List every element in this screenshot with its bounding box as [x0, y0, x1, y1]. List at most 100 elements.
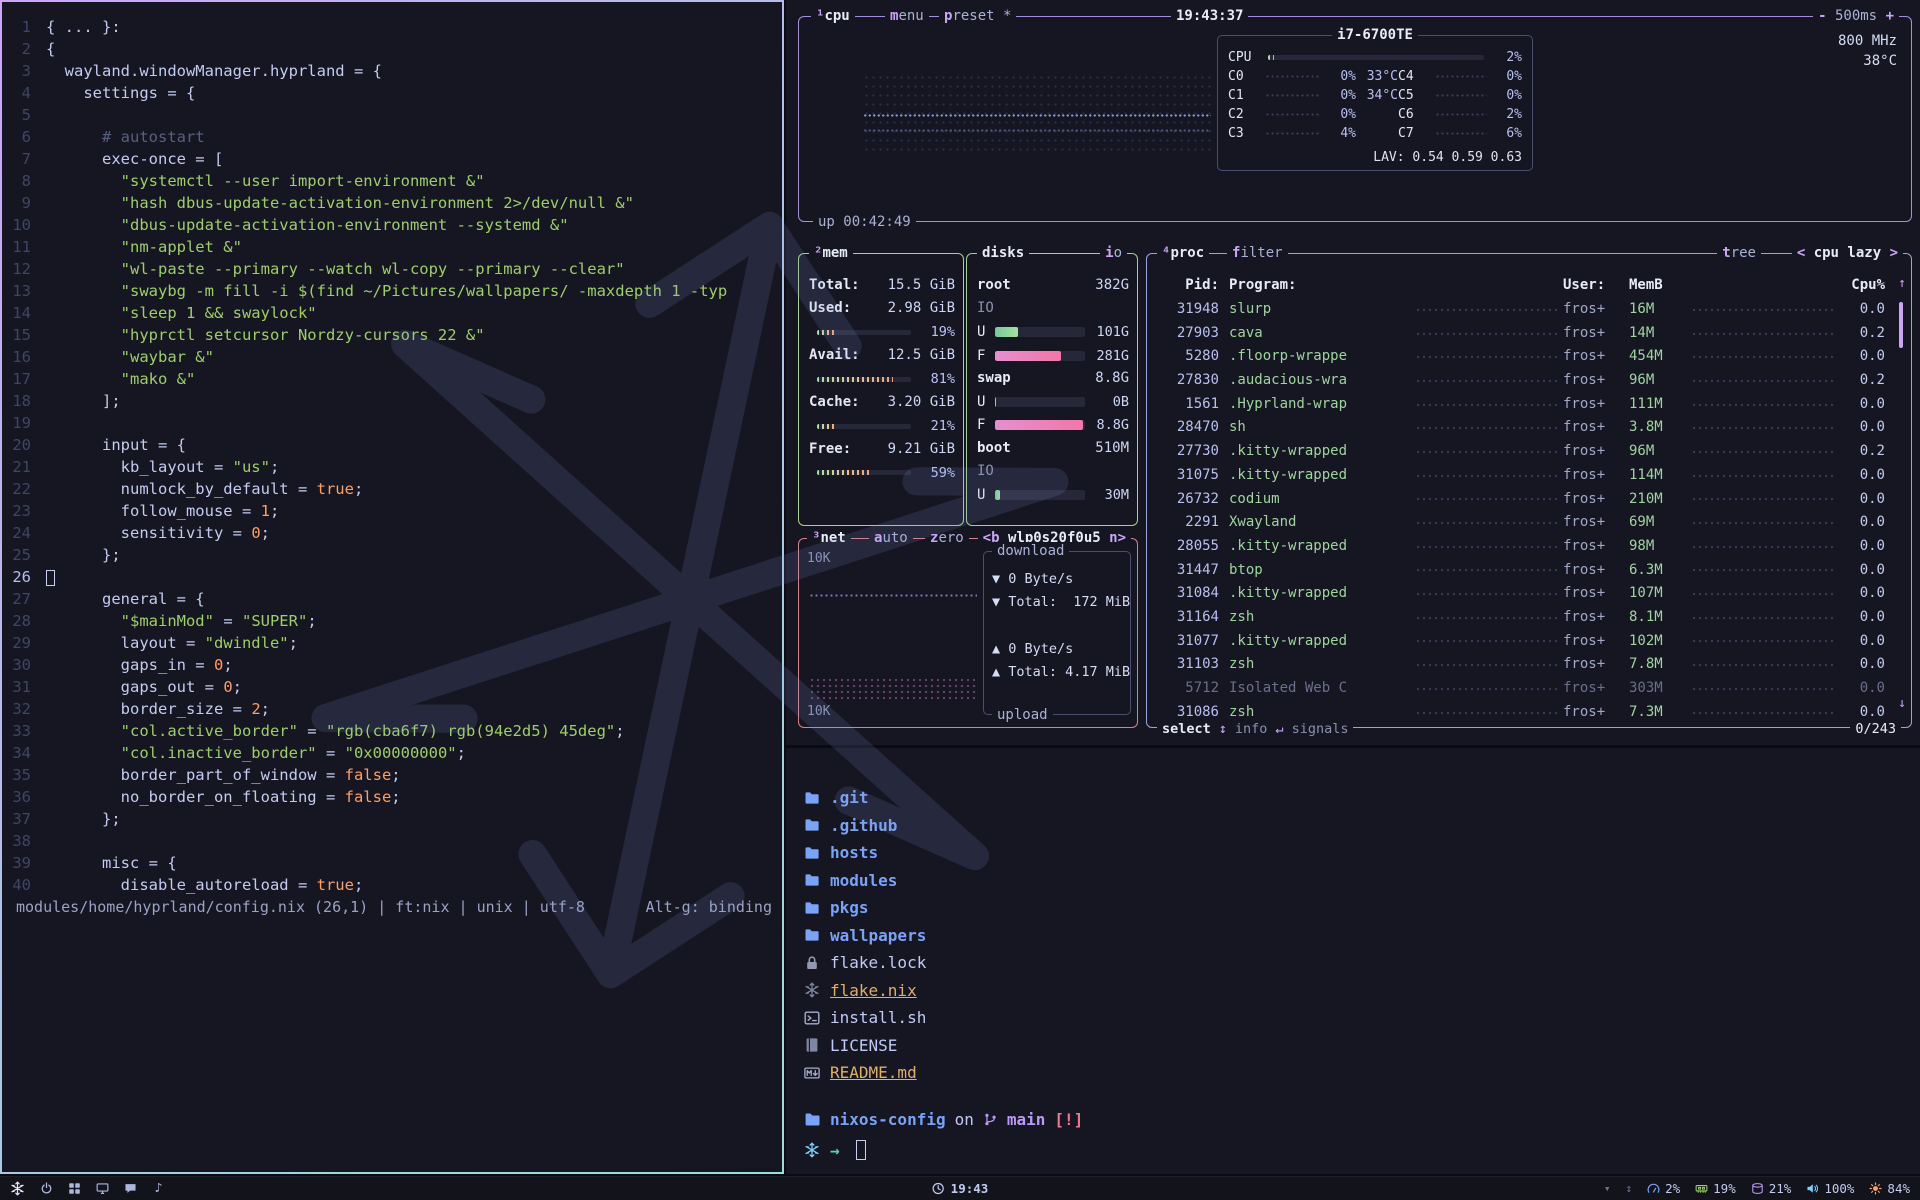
code-line[interactable]: 30 gaps_in = 0;: [8, 654, 780, 676]
code-line[interactable]: 22 numlock_by_default = true;: [8, 478, 780, 500]
code-line[interactable]: 8 "systemctl --user import-environment &…: [8, 170, 780, 192]
tree-toggle[interactable]: tree: [1717, 244, 1761, 262]
code-line[interactable]: 4 settings = {: [8, 82, 780, 104]
net-auto-toggle[interactable]: auto: [869, 529, 913, 547]
process-row[interactable]: 27830.audacious-wrafros+96M0.2: [1157, 369, 1885, 393]
process-row[interactable]: 31164zshfros+8.1M0.0: [1157, 606, 1885, 630]
code-area[interactable]: 1{ ... }:2{3 wayland.windowManager.hyprl…: [8, 16, 780, 896]
code-line[interactable]: 36 no_border_on_floating = false;: [8, 786, 780, 808]
power-icon[interactable]: [40, 1182, 53, 1195]
code-line[interactable]: 9 "hash dbus-update-activation-environme…: [8, 192, 780, 214]
upload-total: ▲ Total: 4.17 MiB: [984, 661, 1130, 684]
monitor-icon[interactable]: [96, 1182, 109, 1195]
proc-panel-title[interactable]: ⁴proc: [1157, 244, 1209, 262]
code-line[interactable]: 10 "dbus-update-activation-environment -…: [8, 214, 780, 236]
code-line[interactable]: 31 gaps_out = 0;: [8, 676, 780, 698]
mem-panel-title[interactable]: ²mem: [809, 244, 853, 262]
code-line[interactable]: 34 "col.inactive_border" = "0x00000000";: [8, 742, 780, 764]
code-line[interactable]: 14 "sleep 1 && swaylock": [8, 302, 780, 324]
code-line[interactable]: 23 follow_mouse = 1;: [8, 500, 780, 522]
process-row[interactable]: 28470shfros+3.8M0.0: [1157, 416, 1885, 440]
system-monitor-window[interactable]: ¹cpu menu preset * 19:43:37 - 500ms + 80…: [786, 0, 1920, 745]
code-text: "hyprctl setcursor Nordzy-cursors 22 &": [46, 324, 780, 346]
process-row[interactable]: 26732codiumfros+210M0.0: [1157, 488, 1885, 512]
process-row[interactable]: 28055.kitty-wrappedfros+98M0.0: [1157, 535, 1885, 559]
process-row[interactable]: 31075.kitty-wrappedfros+114M0.0: [1157, 464, 1885, 488]
menu-button[interactable]: menu: [885, 7, 929, 25]
process-row[interactable]: 31447btopfros+6.3M0.0: [1157, 559, 1885, 583]
code-line[interactable]: 6 # autostart: [8, 126, 780, 148]
code-line[interactable]: 13 "swaybg -m fill -i $(find ~/Pictures/…: [8, 280, 780, 302]
grid-icon[interactable]: [68, 1182, 81, 1195]
code-line[interactable]: 3 wayland.windowManager.hyprland = {: [8, 60, 780, 82]
code-line[interactable]: 7 exec-once = [: [8, 148, 780, 170]
process-row[interactable]: 2291Xwaylandfros+69M0.0: [1157, 511, 1885, 535]
code-line[interactable]: 18 ];: [8, 390, 780, 412]
line-number: 22: [8, 478, 46, 500]
process-footer-keys[interactable]: select↕info↵signals: [1157, 721, 1353, 737]
scroll-up-arrow[interactable]: ↑: [1898, 276, 1906, 291]
net-zero-toggle[interactable]: zero: [925, 529, 969, 547]
code-line[interactable]: 37 };: [8, 808, 780, 830]
volume-module[interactable]: 100%: [1806, 1181, 1854, 1196]
disk-module[interactable]: 21%: [1751, 1181, 1792, 1196]
process-row[interactable]: 31103zshfros+7.8M0.0: [1157, 653, 1885, 677]
code-line[interactable]: 17 "mako &": [8, 368, 780, 390]
code-line[interactable]: 15 "hyprctl setcursor Nordzy-cursors 22 …: [8, 324, 780, 346]
code-line[interactable]: 19: [8, 412, 780, 434]
code-line[interactable]: 24 sensitivity = 0;: [8, 522, 780, 544]
disk-value: 21%: [1769, 1181, 1792, 1196]
cpu-panel-title[interactable]: ¹cpu: [811, 7, 855, 25]
update-interval-control[interactable]: - 500ms +: [1813, 7, 1899, 25]
sort-column-control[interactable]: < cpu lazy >: [1792, 244, 1903, 262]
editor-window[interactable]: 1{ ... }:2{3 wayland.windowManager.hyprl…: [0, 0, 784, 1174]
process-row[interactable]: 27730.kitty-wrappedfros+96M0.2: [1157, 440, 1885, 464]
process-row[interactable]: 31948slurpfros+16M0.0: [1157, 298, 1885, 322]
code-line[interactable]: 33 "col.active_border" = "rgb(cba6f7) rg…: [8, 720, 780, 742]
tray-icon-1[interactable]: ▾: [1604, 1182, 1611, 1195]
filter-button[interactable]: filter: [1227, 244, 1288, 262]
code-line[interactable]: 20 input = {: [8, 434, 780, 456]
volume-icon: [1806, 1182, 1819, 1195]
code-line[interactable]: 26: [8, 566, 780, 588]
code-line[interactable]: 5: [8, 104, 780, 126]
process-table-header[interactable]: Pid: Program: User: MemB Cpu%: [1157, 274, 1885, 297]
code-line[interactable]: 40 disable_autoreload = true;: [8, 874, 780, 896]
sun-module[interactable]: 84%: [1869, 1181, 1910, 1196]
net-panel-title[interactable]: ³net: [807, 529, 851, 547]
ram-module[interactable]: 19%: [1695, 1181, 1736, 1196]
code-line[interactable]: 25 };: [8, 544, 780, 566]
preset-button[interactable]: preset *: [939, 7, 1016, 25]
nix-logo-icon[interactable]: [10, 1181, 25, 1196]
code-line[interactable]: 35 border_part_of_window = false;: [8, 764, 780, 786]
code-line[interactable]: 21 kb_layout = "us";: [8, 456, 780, 478]
music-icon[interactable]: ♪: [152, 1182, 165, 1195]
code-line[interactable]: 29 layout = "dwindle";: [8, 632, 780, 654]
code-line[interactable]: 2{: [8, 38, 780, 60]
code-line[interactable]: 11 "nm-applet &": [8, 236, 780, 258]
code-line[interactable]: 39 misc = {: [8, 852, 780, 874]
process-row[interactable]: 5712Isolated Web Cfros+303M0.0: [1157, 677, 1885, 701]
code-line[interactable]: 32 border_size = 2;: [8, 698, 780, 720]
process-row[interactable]: 5280.floorp-wrappefros+454M0.0: [1157, 345, 1885, 369]
code-line[interactable]: 27 general = {: [8, 588, 780, 610]
chat-icon[interactable]: [124, 1182, 137, 1195]
code-line[interactable]: 16 "waybar &": [8, 346, 780, 368]
tray-icon-2[interactable]: ↕: [1625, 1182, 1632, 1195]
code-line[interactable]: 1{ ... }:: [8, 16, 780, 38]
code-line[interactable]: 38: [8, 830, 780, 852]
prompt-arrow: →: [830, 1141, 840, 1160]
process-scrollbar[interactable]: [1899, 302, 1903, 348]
process-row[interactable]: 1561.Hyprland-wrapfros+111M0.0: [1157, 393, 1885, 417]
process-row[interactable]: 31077.kitty-wrappedfros+102M0.0: [1157, 630, 1885, 654]
io-mode-toggle[interactable]: io: [1100, 244, 1127, 262]
code-line[interactable]: 28 "$mainMod" = "SUPER";: [8, 610, 780, 632]
prompt-input-line[interactable]: →: [804, 1140, 866, 1160]
gauge-module[interactable]: 2%: [1647, 1181, 1680, 1196]
process-row[interactable]: 31084.kitty-wrappedfros+107M0.0: [1157, 582, 1885, 606]
scroll-down-arrow[interactable]: ↓: [1898, 696, 1906, 711]
clock-module[interactable]: 19:43: [932, 1181, 989, 1196]
terminal-window[interactable]: .git.githubhostsmodulespkgswallpapersfla…: [786, 748, 1920, 1174]
process-row[interactable]: 27903cavafros+14M0.2: [1157, 322, 1885, 346]
code-line[interactable]: 12 "wl-paste --primary --watch wl-copy -…: [8, 258, 780, 280]
